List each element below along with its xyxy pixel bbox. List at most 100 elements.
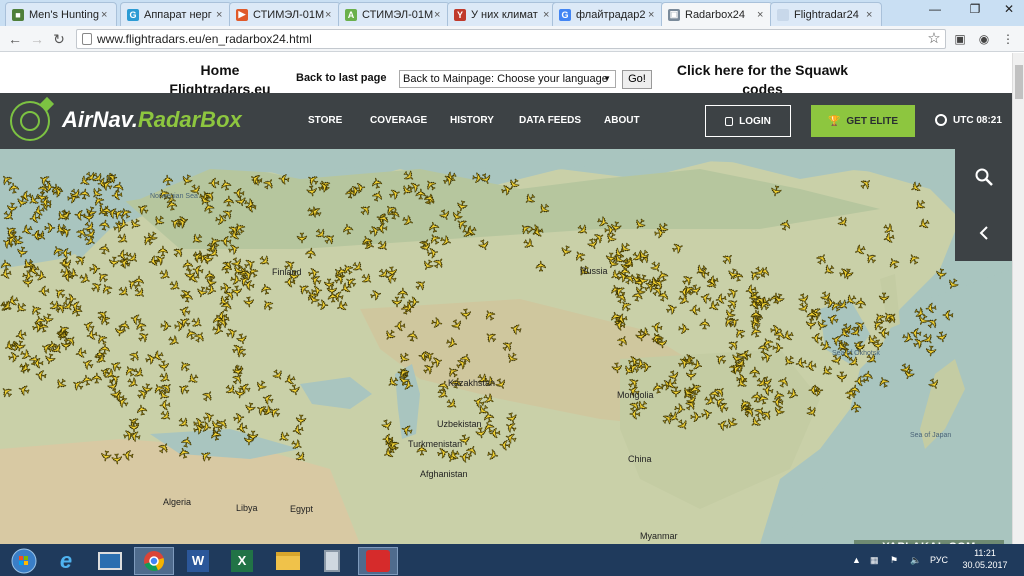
aircraft-icon[interactable]: ✈ (614, 310, 629, 329)
aircraft-icon[interactable]: ✈ (429, 314, 444, 332)
system-clock[interactable]: 11:21 30.05.2017 (955, 547, 1015, 571)
aircraft-icon[interactable]: ✈ (502, 348, 522, 367)
aircraft-icon[interactable]: ✈ (910, 195, 930, 215)
close-window-button[interactable]: ✕ (996, 0, 1022, 20)
aircraft-icon[interactable]: ✈ (804, 309, 821, 321)
aircraft-icon[interactable]: ✈ (0, 382, 17, 402)
extension-icon[interactable]: ▣ (952, 31, 968, 47)
aircraft-icon[interactable]: ✈ (209, 313, 227, 328)
aircraft-icon[interactable]: ✈ (15, 380, 32, 400)
taskbar-calculator[interactable] (312, 547, 352, 575)
aircraft-icon[interactable]: ✈ (40, 351, 59, 367)
nav-about[interactable]: ABOUT (604, 115, 640, 126)
aircraft-icon[interactable]: ✈ (159, 317, 173, 335)
language-indicator[interactable]: РУС (930, 555, 948, 565)
tab-close-icon[interactable]: × (101, 9, 113, 21)
aircraft-icon[interactable]: ✈ (367, 175, 386, 191)
browser-tab[interactable]: Flightradar24 × (770, 2, 882, 26)
tab-close-icon[interactable]: × (648, 9, 660, 21)
tab-close-icon[interactable]: × (866, 9, 878, 21)
aircraft-icon[interactable]: ✈ (133, 199, 152, 219)
aircraft-icon[interactable]: ✈ (218, 261, 235, 274)
taskbar-ie[interactable]: e (46, 547, 86, 575)
aircraft-icon[interactable]: ✈ (44, 220, 57, 237)
nav-store[interactable]: STORE (308, 115, 342, 126)
aircraft-icon[interactable]: ✈ (746, 324, 765, 341)
aircraft-icon[interactable]: ✈ (174, 413, 194, 433)
minimize-button[interactable]: — (922, 0, 948, 20)
aircraft-icon[interactable]: ✈ (417, 347, 431, 365)
aircraft-icon[interactable]: ✈ (859, 369, 877, 384)
aircraft-icon[interactable]: ✈ (31, 227, 44, 244)
aircraft-icon[interactable]: ✈ (632, 329, 650, 344)
browser-tab[interactable]: ■ Men's Hunting × (5, 2, 117, 26)
browser-tab[interactable]: Gфлайтрадар2 × (552, 2, 664, 26)
login-button[interactable]: LOGIN (705, 105, 791, 137)
aircraft-icon[interactable]: ✈ (256, 281, 275, 297)
aircraft-icon[interactable]: ✈ (134, 327, 153, 347)
aircraft-icon[interactable]: ✈ (196, 446, 215, 466)
language-select[interactable]: Back to Mainpage: Choose your language ▼ (399, 70, 616, 88)
taskbar-huawei[interactable] (358, 547, 398, 575)
aircraft-icon[interactable]: ✈ (324, 290, 342, 304)
go-button[interactable]: Go! (622, 70, 652, 89)
aircraft-icon[interactable]: ✈ (368, 285, 384, 304)
aircraft-icon[interactable]: ✈ (922, 344, 940, 358)
aircraft-icon[interactable]: ✈ (444, 333, 460, 352)
aircraft-icon[interactable]: ✈ (471, 169, 485, 187)
aircraft-icon[interactable]: ✈ (856, 174, 876, 194)
tray-network-icon[interactable]: ▦ (870, 555, 879, 566)
browser-tab[interactable]: A СТИМЭЛ-01М × (338, 2, 450, 26)
aircraft-icon[interactable]: ✈ (37, 282, 51, 300)
aircraft-icon[interactable]: ✈ (339, 221, 358, 236)
map-search-button[interactable] (955, 149, 1012, 205)
aircraft-icon[interactable]: ✈ (630, 214, 650, 233)
browser-tab[interactable]: YУ них климат × (447, 2, 559, 26)
aircraft-icon[interactable]: ✈ (127, 426, 143, 445)
aircraft-icon[interactable]: ✈ (115, 214, 131, 233)
aircraft-icon[interactable]: ✈ (368, 187, 388, 204)
aircraft-icon[interactable]: ✈ (348, 182, 362, 200)
aircraft-icon[interactable]: ✈ (508, 319, 524, 338)
aircraft-icon[interactable]: ✈ (583, 235, 603, 252)
tab-close-icon[interactable]: × (325, 9, 337, 21)
aircraft-icon[interactable]: ✈ (258, 295, 278, 314)
radar-logo-icon[interactable] (10, 96, 55, 141)
aircraft-icon[interactable]: ✈ (833, 371, 850, 384)
squawk-codes-link[interactable]: Click here for the Squawk codes (660, 61, 865, 93)
page-scrollbar[interactable] (1012, 53, 1024, 544)
aircraft-icon[interactable]: ✈ (130, 274, 147, 287)
aircraft-icon[interactable]: ✈ (874, 373, 894, 391)
aircraft-icon[interactable]: ✈ (277, 170, 291, 188)
aircraft-icon[interactable]: ✈ (115, 246, 130, 265)
url-input[interactable]: www.flightradars.eu/en_radarbox24.html (76, 29, 946, 49)
aircraft-icon[interactable]: ✈ (628, 406, 641, 423)
aircraft-icon[interactable]: ✈ (810, 329, 824, 347)
aircraft-icon[interactable]: ✈ (356, 200, 376, 220)
aircraft-icon[interactable]: ✈ (187, 229, 207, 249)
aircraft-icon[interactable]: ✈ (664, 367, 684, 385)
aircraft-icon[interactable]: ✈ (639, 358, 652, 375)
aircraft-icon[interactable]: ✈ (696, 317, 713, 330)
aircraft-icon[interactable]: ✈ (534, 199, 554, 219)
browser-tab[interactable]: G Аппарат нерг × (120, 2, 232, 26)
aircraft-icon[interactable]: ✈ (943, 275, 963, 294)
aircraft-icon[interactable]: ✈ (941, 307, 954, 324)
aircraft-icon[interactable]: ✈ (121, 446, 136, 464)
aircraft-icon[interactable]: ✈ (259, 174, 279, 193)
aircraft-icon[interactable]: ✈ (174, 379, 193, 399)
aircraft-icon[interactable]: ✈ (125, 346, 145, 365)
taskbar-word[interactable]: W (178, 547, 218, 575)
aircraft-icon[interactable]: ✈ (159, 173, 177, 187)
aircraft-icon[interactable]: ✈ (51, 374, 71, 394)
aircraft-icon[interactable]: ✈ (833, 212, 853, 232)
aircraft-icon[interactable]: ✈ (399, 420, 416, 439)
aircraft-icon[interactable]: ✈ (852, 296, 869, 309)
aircraft-icon[interactable]: ✈ (718, 249, 738, 269)
aircraft-icon[interactable]: ✈ (688, 301, 702, 319)
get-elite-button[interactable]: 🏆 GET ELITE (811, 105, 915, 137)
aircraft-icon[interactable]: ✈ (904, 250, 924, 269)
aircraft-icon[interactable]: ✈ (39, 193, 52, 210)
tab-close-icon[interactable]: × (757, 9, 769, 21)
nav-coverage[interactable]: COVERAGE (370, 115, 427, 126)
